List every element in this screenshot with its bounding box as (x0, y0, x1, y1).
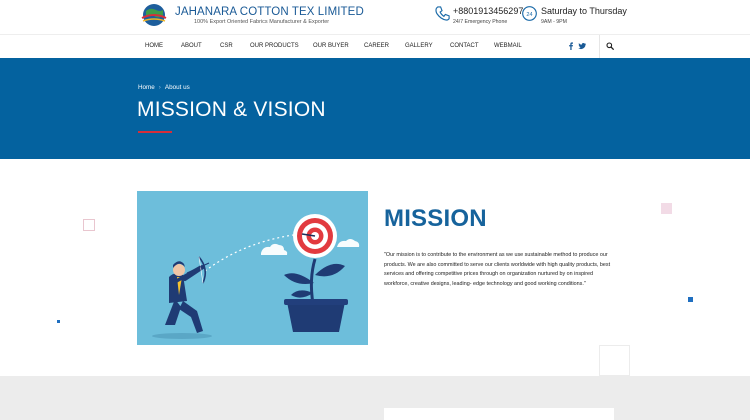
page-banner: Home › About us MISSION & VISION (0, 58, 750, 159)
working-hours: 9AM - 9PM (541, 19, 567, 25)
working-days: Saturday to Thursday (541, 6, 627, 16)
nav-our-buyer[interactable]: OUR BUYER (313, 43, 349, 49)
twitter-icon[interactable] (578, 42, 586, 50)
clock-24-icon: 24 (522, 6, 537, 21)
brand-name[interactable]: JAHANARA COTTON TEX LIMITED (175, 6, 364, 18)
hours-contact: 24 Saturday to Thursday 9AM - 9PM (521, 4, 627, 28)
phone-icon (435, 6, 450, 21)
logo-globe-icon[interactable] (139, 2, 169, 28)
decor-square-outline (83, 219, 95, 231)
search-icon[interactable] (606, 42, 614, 50)
breadcrumb-current: About us (164, 84, 190, 91)
phone-contact: +8801913456297 24/7 Emergency Phone (434, 4, 524, 28)
phone-number[interactable]: +8801913456297 (453, 6, 523, 16)
phone-caption: 24/7 Emergency Phone (453, 19, 508, 25)
facebook-icon[interactable] (567, 42, 575, 50)
nav-our-products[interactable]: OUR PRODUCTS (250, 43, 299, 49)
svg-text:24: 24 (526, 12, 532, 18)
breadcrumb: Home › About us (138, 84, 190, 91)
nav-webmail[interactable]: WEBMAIL (494, 43, 522, 49)
archer-target-illustration (152, 214, 360, 339)
main-nav: HOME ABOUT CSR OUR PRODUCTS OUR BUYER CA… (0, 34, 750, 59)
mission-paragraph: "Our mission is to contribute to the env… (384, 252, 611, 287)
decor-dot-small (57, 320, 60, 323)
mission-heading: MISSION (384, 205, 487, 232)
mission-illustration (137, 191, 368, 345)
vision-section-bg (0, 376, 750, 420)
breadcrumb-separator: › (158, 84, 161, 91)
breadcrumb-home[interactable]: Home (138, 84, 155, 91)
nav-career[interactable]: CAREER (364, 43, 389, 49)
nav-gallery[interactable]: GALLERY (405, 43, 433, 49)
decor-square-pink (661, 203, 672, 214)
nav-contact[interactable]: CONTACT (450, 43, 479, 49)
nav-csr[interactable]: CSR (220, 43, 233, 49)
decor-square-light (599, 345, 630, 376)
title-underline (138, 131, 172, 133)
page-title: MISSION & VISION (137, 98, 326, 121)
nav-divider (599, 35, 600, 59)
decor-dot-blue (688, 297, 693, 302)
vision-card (384, 408, 614, 420)
nav-about[interactable]: ABOUT (181, 43, 202, 49)
nav-home[interactable]: HOME (145, 43, 163, 49)
brand-tagline: 100% Export Oriented Fabrics Manufacture… (194, 19, 330, 25)
site-header: JAHANARA COTTON TEX LIMITED 100% Export … (0, 0, 750, 34)
